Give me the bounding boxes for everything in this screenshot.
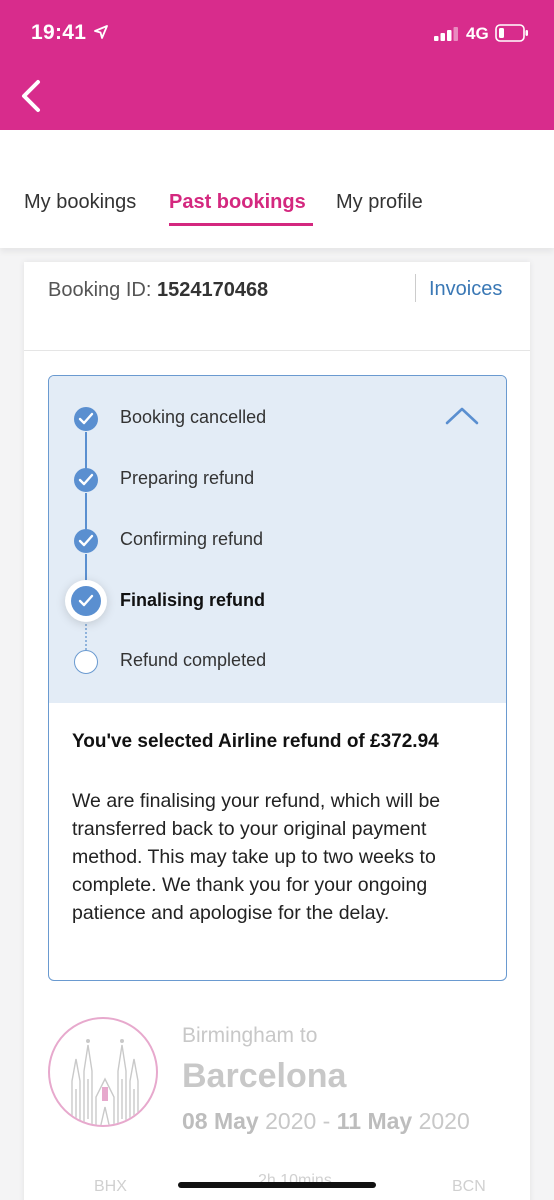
app-header: 19:41 4G (0, 0, 554, 130)
step-current-icon (71, 586, 101, 616)
tab-my-bookings[interactable]: My bookings (24, 191, 136, 214)
bookings-tabs: My bookings Past bookings My profile (0, 130, 554, 248)
tab-past-bookings[interactable]: Past bookings (169, 191, 306, 214)
step-label: Preparing refund (120, 468, 255, 488)
refund-message-title: You've selected Airline refund of £372.9… (72, 731, 439, 752)
divider (24, 350, 530, 351)
refund-message-body: We are finalising your refund, which wil… (72, 790, 441, 924)
trip-date-separator: - (322, 1108, 331, 1134)
step-connector (85, 493, 87, 532)
step-complete-icon (74, 529, 98, 553)
booking-id-value: 1524170468 (156, 279, 269, 301)
divider (415, 274, 416, 302)
flight-origin-code: BHX (94, 1178, 127, 1195)
trip-start-year: 2020 (265, 1108, 317, 1134)
active-tab-indicator (169, 223, 313, 226)
trip-origin: Birmingham to (182, 1024, 318, 1047)
step-connector (85, 432, 87, 471)
destination-illustration (48, 1017, 158, 1127)
step-label: Confirming refund (120, 529, 264, 549)
flight-destination-code: BCN (452, 1178, 486, 1195)
step-complete-icon (74, 407, 98, 431)
sagrada-familia-icon (71, 1039, 139, 1125)
refund-status-panel: Booking cancelled Preparing refund Confi… (48, 375, 507, 981)
trip-end-date: 11 May (336, 1108, 413, 1134)
booking-card: Booking ID: 1524170468 Invoices Booking … (24, 262, 530, 1200)
step-label: Booking cancelled (120, 407, 267, 427)
network-type: 4G (466, 24, 489, 43)
chevron-left-icon (22, 80, 40, 112)
step-complete-icon (74, 468, 98, 492)
trip-end-year: 2020 (418, 1108, 470, 1134)
trip-start-date: 08 May (182, 1108, 259, 1134)
home-indicator[interactable] (178, 1182, 376, 1188)
step-label: Refund completed (120, 650, 267, 670)
trip-dates: 08 May 2020 - 11 May 2020 (182, 1108, 470, 1135)
step-pending-icon (74, 650, 98, 674)
invoices-link[interactable]: Invoices (429, 278, 502, 301)
battery-icon (495, 24, 528, 42)
status-time: 19:41 (31, 21, 87, 44)
booking-id-label: Booking ID: (48, 279, 152, 301)
booking-id: Booking ID: 1524170468 (48, 279, 268, 302)
step-label-current: Finalising refund (120, 590, 266, 610)
step-connector (85, 554, 87, 587)
signal-strength-icon (434, 27, 458, 41)
collapse-chevron-up-icon[interactable] (445, 406, 479, 426)
step-connector-pending (85, 616, 87, 650)
trip-destination: Barcelona (182, 1057, 347, 1095)
back-button[interactable] (18, 78, 48, 114)
location-arrow-icon (94, 25, 108, 39)
refund-progress-tracker: Booking cancelled Preparing refund Confi… (49, 376, 506, 703)
tab-my-profile[interactable]: My profile (336, 191, 423, 214)
